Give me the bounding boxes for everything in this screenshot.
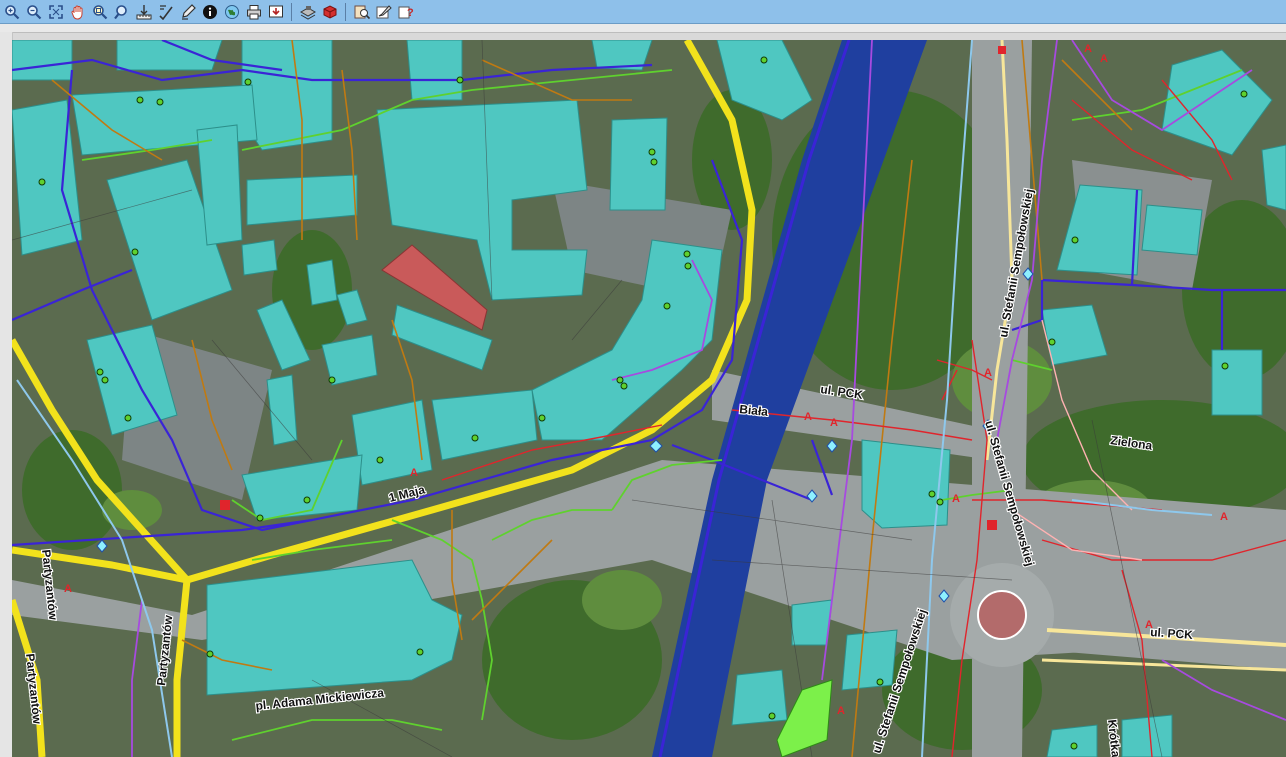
node-marker <box>471 434 479 442</box>
node-marker <box>131 248 139 256</box>
node-marker <box>156 98 164 106</box>
node-marker <box>538 414 546 422</box>
node-marker <box>256 514 264 522</box>
svg-text:?: ? <box>407 7 414 19</box>
node-marker <box>648 148 656 156</box>
node-marker <box>620 382 628 390</box>
node-marker <box>136 96 144 104</box>
svg-text:A: A <box>837 705 845 717</box>
edit-icon[interactable] <box>178 2 197 21</box>
zoom-previous-icon[interactable] <box>112 2 131 21</box>
pan-hand-icon[interactable] <box>68 2 87 21</box>
node-marker <box>1070 742 1078 750</box>
zoom-in-icon[interactable] <box>2 2 21 21</box>
node-marker <box>244 78 252 86</box>
node-marker <box>760 56 768 64</box>
node-marker <box>376 456 384 464</box>
node-marker <box>1221 362 1229 370</box>
node-marker <box>684 262 692 270</box>
info-icon[interactable] <box>200 2 219 21</box>
toolbar-separator <box>345 2 346 21</box>
svg-text:A: A <box>952 493 960 505</box>
svg-text:A: A <box>984 367 992 379</box>
node-marker <box>1240 90 1248 98</box>
building <box>841 629 898 691</box>
node-marker <box>928 490 936 498</box>
svg-text:A: A <box>804 411 812 423</box>
node-marker <box>206 650 214 658</box>
map-frame-top <box>6 32 1286 40</box>
building <box>1121 714 1173 757</box>
valve-marker <box>987 520 997 530</box>
building <box>731 669 788 726</box>
building <box>1211 349 1263 416</box>
node-marker <box>663 302 671 310</box>
building <box>406 40 463 101</box>
search-object-icon[interactable] <box>352 2 371 21</box>
street-label-pck: ul. PCK <box>1150 625 1194 642</box>
settings-icon[interactable] <box>374 2 393 21</box>
select-icon[interactable] <box>156 2 175 21</box>
node-marker <box>303 496 311 504</box>
node-marker <box>328 376 336 384</box>
svg-text:A: A <box>1220 511 1228 523</box>
node-marker <box>101 376 109 384</box>
svg-text:A: A <box>830 417 838 429</box>
node-marker <box>876 678 884 686</box>
export-icon[interactable] <box>266 2 285 21</box>
node-marker <box>768 712 776 720</box>
building <box>241 239 278 276</box>
layers-icon[interactable] <box>298 2 317 21</box>
building <box>116 40 223 71</box>
zoom-window-icon[interactable] <box>90 2 109 21</box>
building <box>306 259 338 306</box>
valve-marker <box>220 500 230 510</box>
map-toolbar: ? <box>0 0 1286 24</box>
node-marker <box>616 376 624 384</box>
node-marker <box>456 76 464 84</box>
database-icon[interactable] <box>320 2 339 21</box>
map-view[interactable]: AAA AAA AAA AA ul. PCK ul. PCK Biała Zie… <box>12 40 1286 757</box>
svg-text:A: A <box>1084 43 1092 55</box>
building <box>609 117 668 211</box>
node-marker <box>650 158 658 166</box>
building <box>791 599 833 646</box>
svg-text:A: A <box>1100 53 1108 65</box>
zoom-out-icon[interactable] <box>24 2 43 21</box>
map-canvas[interactable]: AA A AAA AAA AA ul. PCK ul. PCK Biała Zie… <box>12 40 1286 757</box>
svg-text:A: A <box>64 583 72 595</box>
building <box>1046 724 1098 757</box>
building <box>12 40 73 81</box>
node-marker <box>1048 338 1056 346</box>
node-marker <box>1071 236 1079 244</box>
node-marker <box>936 498 944 506</box>
svg-text:A: A <box>410 467 418 479</box>
node-marker <box>38 178 46 186</box>
valve-marker <box>998 46 1006 54</box>
roundabout-island <box>977 590 1027 640</box>
node-marker <box>124 414 132 422</box>
globe-icon[interactable] <box>222 2 241 21</box>
help-icon[interactable]: ? <box>396 2 415 21</box>
print-icon[interactable] <box>244 2 263 21</box>
node-marker <box>683 250 691 258</box>
building <box>1141 204 1203 256</box>
zoom-extent-icon[interactable] <box>46 2 65 21</box>
measure-icon[interactable] <box>134 2 153 21</box>
node-marker <box>416 648 424 656</box>
toolbar-separator <box>291 2 292 21</box>
node-marker <box>96 368 104 376</box>
